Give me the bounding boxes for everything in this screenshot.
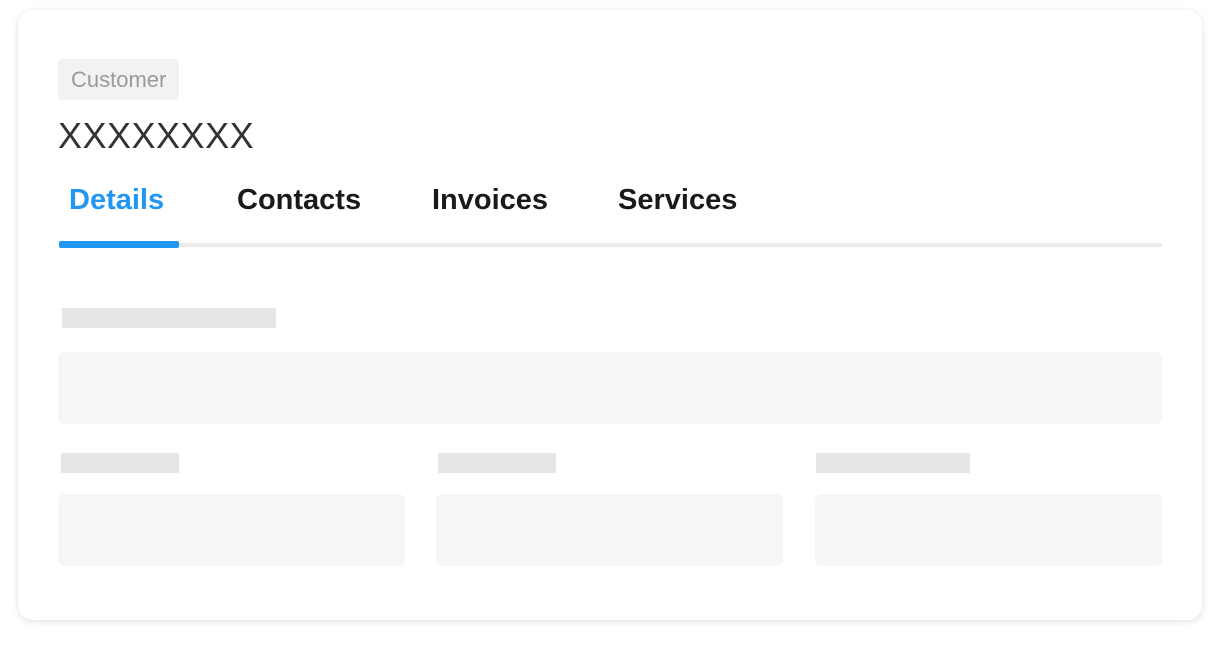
active-tab-indicator	[59, 241, 179, 248]
skeleton-label-col2	[438, 453, 556, 473]
tab-contacts[interactable]: Contacts	[237, 182, 361, 218]
tab-details[interactable]: Details	[69, 182, 164, 218]
tab-services[interactable]: Services	[618, 182, 737, 218]
tab-bar: Details Contacts Invoices Services	[59, 176, 1162, 248]
customer-name-title: XXXXXXXX	[58, 115, 255, 156]
skeleton-field-col3	[815, 494, 1162, 566]
tab-bar-divider	[59, 243, 1162, 247]
skeleton-field-col1	[58, 494, 405, 566]
skeleton-label-primary	[62, 308, 276, 328]
customer-badge: Customer	[58, 59, 180, 100]
skeleton-label-col3	[816, 453, 970, 473]
skeleton-field-primary	[58, 352, 1162, 424]
skeleton-label-col1	[61, 453, 179, 473]
skeleton-field-col2	[436, 494, 783, 566]
tab-invoices[interactable]: Invoices	[432, 182, 548, 218]
customer-card: Customer XXXXXXXX Details Contacts Invoi…	[18, 10, 1202, 620]
